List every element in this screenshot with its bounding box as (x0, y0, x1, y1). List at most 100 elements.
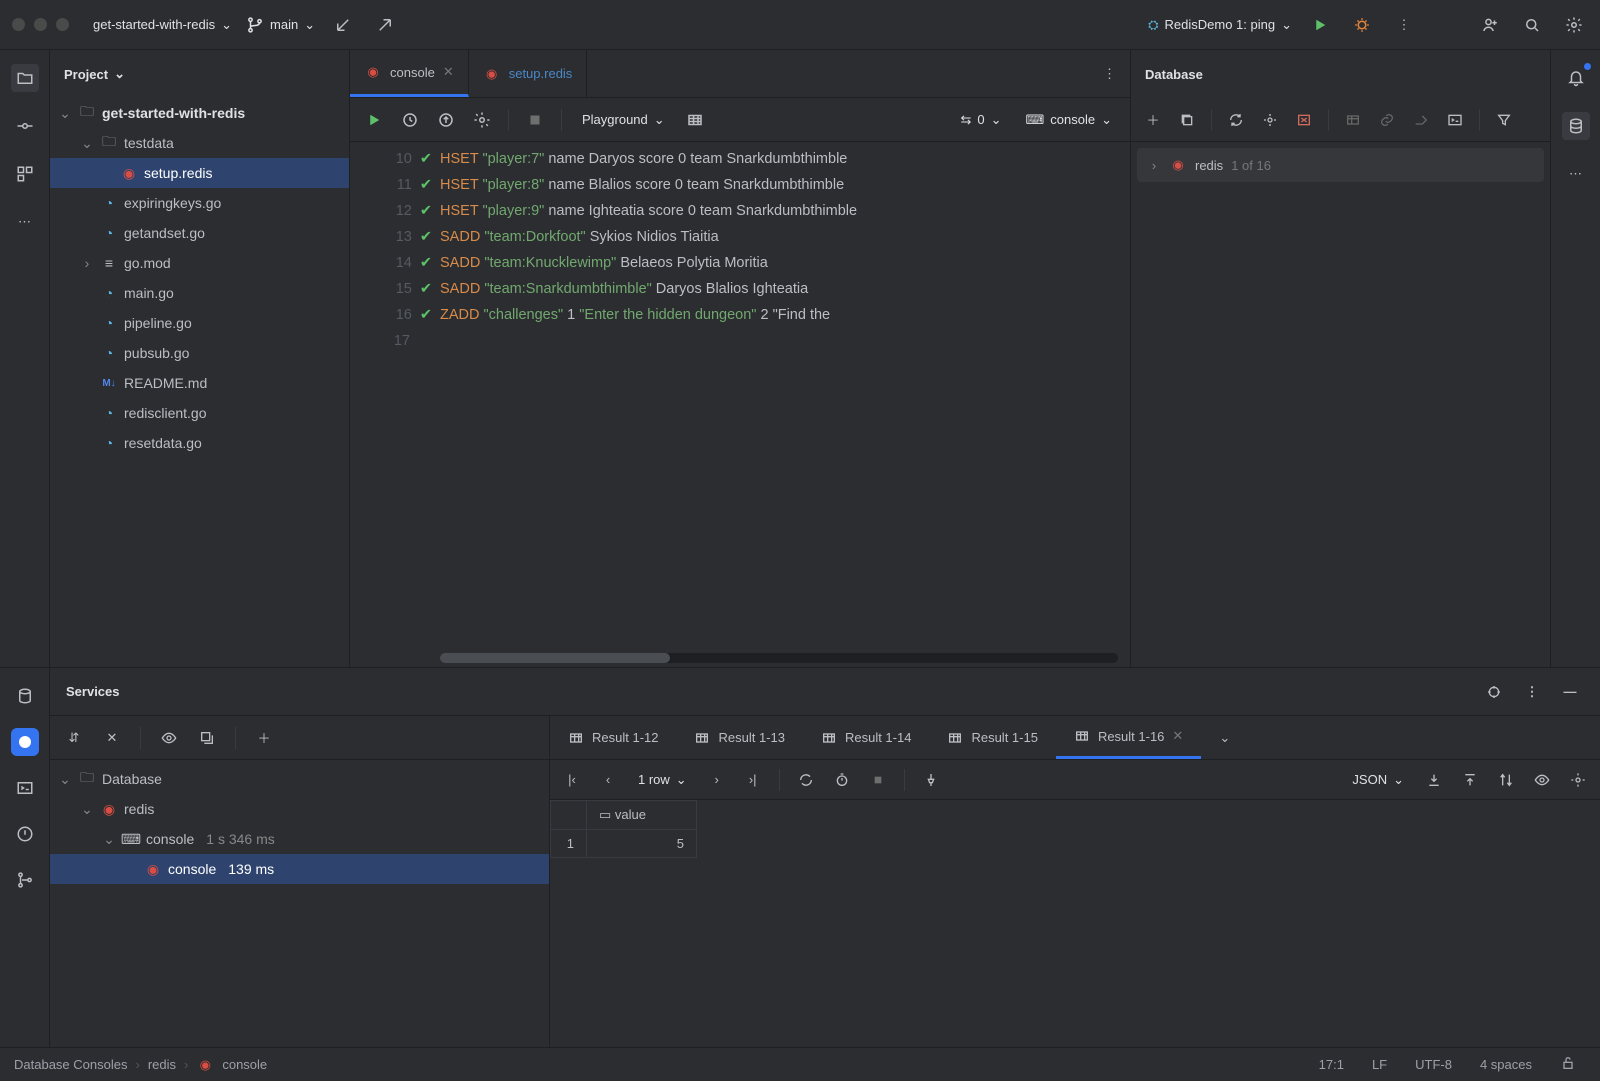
notifications-icon[interactable] (1562, 64, 1590, 92)
expand-collapse-icon[interactable]: ⇵ (60, 724, 88, 752)
horizontal-scrollbar[interactable] (440, 653, 1118, 663)
more-actions-icon[interactable]: ⋮ (1390, 11, 1418, 39)
close-icon[interactable]: ✕ (443, 64, 454, 80)
reload-icon[interactable] (792, 766, 820, 794)
tree-file[interactable]: ◔resetdata.go (50, 428, 349, 458)
settings-icon[interactable] (468, 106, 496, 134)
tree-file-setup[interactable]: ◉ setup.redis (50, 158, 349, 188)
prev-page-icon[interactable]: ‹ (594, 766, 622, 794)
open-new-icon[interactable] (193, 724, 221, 752)
pin-icon[interactable] (917, 766, 945, 794)
services-tool-icon[interactable] (11, 728, 39, 756)
breadcrumb[interactable]: console (222, 1057, 267, 1072)
readonly-lock-icon[interactable] (1550, 1055, 1586, 1074)
row-count-selector[interactable]: 1 row⌄ (630, 768, 695, 792)
datasource-row[interactable]: › ◉ redis 1 of 16 (1137, 148, 1544, 182)
project-tree[interactable]: ⌄ 🗀 get-started-with-redis ⌄ 🗀 testdata … (50, 98, 349, 667)
tree-file[interactable]: M↓README.md (50, 368, 349, 398)
tree-file[interactable]: ◔expiringkeys.go (50, 188, 349, 218)
tree-file[interactable]: ›≡go.mod (50, 248, 349, 278)
target-icon[interactable] (1480, 678, 1508, 706)
database-tool-icon[interactable] (11, 682, 39, 710)
pull-icon[interactable] (329, 11, 357, 39)
duplicate-icon[interactable] (1173, 106, 1201, 134)
history-icon[interactable] (396, 106, 424, 134)
format-selector[interactable]: JSON⌄ (1344, 768, 1412, 792)
result-tab[interactable]: Result 1-15 (929, 716, 1055, 759)
table-icon[interactable] (1339, 106, 1367, 134)
database-tool-icon[interactable] (1562, 112, 1590, 140)
tab-more-icon[interactable]: ⋮ (1089, 50, 1130, 97)
result-tab[interactable]: Result 1-12 (550, 716, 676, 759)
line-separator[interactable]: LF (1362, 1057, 1397, 1072)
svc-console[interactable]: ⌄ ⌨ console 1 s 346 ms (50, 824, 549, 854)
tree-file[interactable]: ◔pipeline.go (50, 308, 349, 338)
code-with-me-icon[interactable] (1476, 11, 1504, 39)
project-selector[interactable]: get-started-with-redis ⌄ (93, 17, 232, 33)
commit-tool-icon[interactable] (11, 112, 39, 140)
tab-console[interactable]: ◉ console ✕ (350, 50, 469, 97)
minimize-icon[interactable]: — (1556, 678, 1584, 706)
last-page-icon[interactable]: ›| (739, 766, 767, 794)
terminal-tool-icon[interactable] (11, 774, 39, 802)
tree-file[interactable]: ◔getandset.go (50, 218, 349, 248)
show-icon[interactable] (155, 724, 183, 752)
upload-icon[interactable] (1456, 766, 1484, 794)
breadcrumb[interactable]: Database Consoles (14, 1057, 127, 1072)
view-icon[interactable] (1528, 766, 1556, 794)
link-icon[interactable] (1373, 106, 1401, 134)
download-icon[interactable] (1420, 766, 1448, 794)
session-selector[interactable]: ⌨console⌄ (1018, 108, 1120, 132)
run-button[interactable] (1306, 11, 1334, 39)
jump-icon[interactable] (1407, 106, 1435, 134)
project-tool-icon[interactable] (11, 64, 39, 92)
more-tools-icon[interactable]: ⋯ (11, 208, 39, 236)
disconnect-icon[interactable] (1290, 106, 1318, 134)
stop-icon[interactable] (864, 766, 892, 794)
result-table[interactable]: ▭ value 15 (550, 800, 1600, 1047)
result-tab[interactable]: Result 1-14 (803, 716, 929, 759)
encoding[interactable]: UTF-8 (1405, 1057, 1462, 1072)
cell-value[interactable]: 5 (587, 830, 697, 858)
next-page-icon[interactable]: › (703, 766, 731, 794)
grid-view-icon[interactable] (681, 106, 709, 134)
add-datasource-icon[interactable]: ＋ (1139, 106, 1167, 134)
more-tools-icon[interactable]: ⋯ (1562, 160, 1590, 188)
stopwatch-icon[interactable] (828, 766, 856, 794)
close-icon[interactable]: ✕ (98, 724, 126, 752)
tab-setup[interactable]: ◉ setup.redis (469, 50, 588, 97)
search-icon[interactable] (1518, 11, 1546, 39)
first-page-icon[interactable]: |‹ (558, 766, 586, 794)
services-tree[interactable]: ⌄ 🗀 Database ⌄ ◉ redis ⌄ ⌨ (50, 760, 549, 1047)
tree-root[interactable]: ⌄ 🗀 get-started-with-redis (50, 98, 349, 128)
settings-icon[interactable] (1564, 766, 1592, 794)
explain-plan-icon[interactable] (432, 106, 460, 134)
playground-mode-selector[interactable]: Playground⌄ (574, 108, 673, 132)
properties-icon[interactable] (1256, 106, 1284, 134)
result-tab[interactable]: Result 1-13 (676, 716, 802, 759)
settings-icon[interactable] (1560, 11, 1588, 39)
tree-file[interactable]: ◔pubsub.go (50, 338, 349, 368)
tx-selector[interactable]: ⇆0⌄ (952, 108, 1009, 132)
run-config-selector[interactable]: ⛭ RedisDemo 1: ping ⌄ (1148, 17, 1292, 33)
breadcrumb[interactable]: redis (148, 1057, 176, 1072)
debug-button[interactable] (1348, 11, 1376, 39)
console-open-icon[interactable] (1441, 106, 1469, 134)
compare-icon[interactable] (1492, 766, 1520, 794)
filter-icon[interactable] (1490, 106, 1518, 134)
window-controls[interactable] (12, 18, 69, 31)
caret-position[interactable]: 17:1 (1309, 1057, 1354, 1072)
stop-button[interactable] (521, 106, 549, 134)
branch-selector[interactable]: main ⌄ (246, 16, 315, 34)
indent[interactable]: 4 spaces (1470, 1057, 1542, 1072)
problems-tool-icon[interactable] (11, 820, 39, 848)
svc-console-result[interactable]: ◉ console 139 ms (50, 854, 549, 884)
add-icon[interactable]: ＋ (250, 724, 278, 752)
result-tab[interactable]: Result 1-16✕ (1056, 716, 1201, 759)
tree-file[interactable]: ◔redisclient.go (50, 398, 349, 428)
tree-file[interactable]: ◔main.go (50, 278, 349, 308)
code-editor[interactable]: 10✔11✔12✔13✔14✔15✔16✔17 HSET "player:7" … (350, 142, 1130, 667)
push-icon[interactable] (371, 11, 399, 39)
structure-tool-icon[interactable] (11, 160, 39, 188)
close-icon[interactable]: ✕ (1172, 728, 1183, 744)
